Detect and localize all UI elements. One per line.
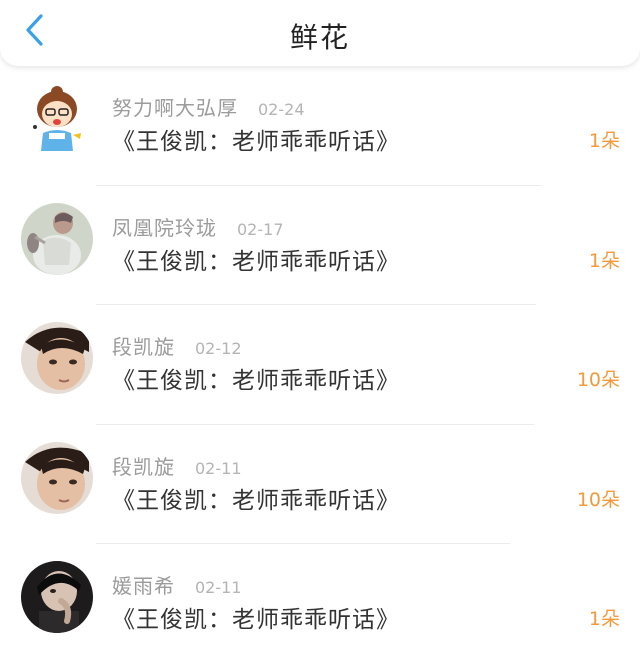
flower-gift-list: 努力啊大弘厚 02-24 《王俊凯：老师乖乖听话》 1朵 凤凰院玲珑 02-17…: [0, 66, 640, 657]
gift-date: 02-12: [195, 339, 242, 358]
sender-meta: 努力啊大弘厚 02-24: [112, 92, 305, 121]
avatar[interactable]: [21, 322, 93, 394]
top-nav-bar: 鲜花: [0, 0, 640, 66]
book-title[interactable]: 《王俊凯：老师乖乖听话》: [112, 122, 400, 156]
flower-count: 1朵: [588, 608, 620, 630]
flower-count: 1朵: [588, 130, 620, 152]
avatar[interactable]: [21, 83, 93, 155]
sender-name[interactable]: 段凯旋: [112, 451, 175, 480]
list-item[interactable]: 凤凰院玲珑 02-17 《王俊凯：老师乖乖听话》 1朵: [0, 186, 640, 305]
gift-date: 02-11: [195, 578, 242, 597]
flower-count: 10朵: [576, 488, 620, 511]
list-item[interactable]: 媛雨希 02-11 《王俊凯：老师乖乖听话》 1朵: [0, 544, 640, 657]
sender-name[interactable]: 凤凰院玲珑: [112, 212, 217, 241]
gift-date: 02-17: [237, 219, 284, 239]
book-title[interactable]: 《王俊凯：老师乖乖听话》: [112, 242, 400, 276]
book-title[interactable]: 《王俊凯：老师乖乖听话》: [112, 361, 400, 395]
flowers-screen: 鲜花 努力啊大弘厚 02-24 《王俊凯：老师乖乖听话》 1朵 凤凰院玲珑 02…: [0, 0, 640, 657]
avatar[interactable]: [21, 202, 93, 275]
gift-date: 02-11: [195, 458, 242, 478]
flower-count: 1朵: [588, 249, 620, 272]
book-title[interactable]: 《王俊凯：老师乖乖听话》: [112, 481, 400, 515]
sender-name[interactable]: 努力啊大弘厚: [112, 92, 238, 121]
sender-meta: 凤凰院玲珑 02-17: [112, 212, 284, 241]
sender-name[interactable]: 媛雨希: [112, 570, 175, 599]
sender-meta: 段凯旋 02-11: [112, 451, 242, 480]
sender-meta: 段凯旋 02-12: [112, 331, 242, 360]
list-item[interactable]: 段凯旋 02-11 《王俊凯：老师乖乖听话》 10朵: [0, 425, 640, 544]
list-item[interactable]: 努力啊大弘厚 02-24 《王俊凯：老师乖乖听话》 1朵: [0, 66, 640, 186]
gift-date: 02-24: [258, 100, 305, 119]
flower-count: 10朵: [576, 369, 620, 391]
sender-meta: 媛雨希 02-11: [112, 570, 242, 599]
page-title: 鲜花: [289, 21, 350, 54]
book-title[interactable]: 《王俊凯：老师乖乖听话》: [112, 600, 400, 634]
avatar[interactable]: [21, 441, 93, 514]
list-item[interactable]: 段凯旋 02-12 《王俊凯：老师乖乖听话》 10朵: [0, 305, 640, 425]
sender-name[interactable]: 段凯旋: [112, 331, 175, 360]
avatar[interactable]: [21, 561, 93, 633]
